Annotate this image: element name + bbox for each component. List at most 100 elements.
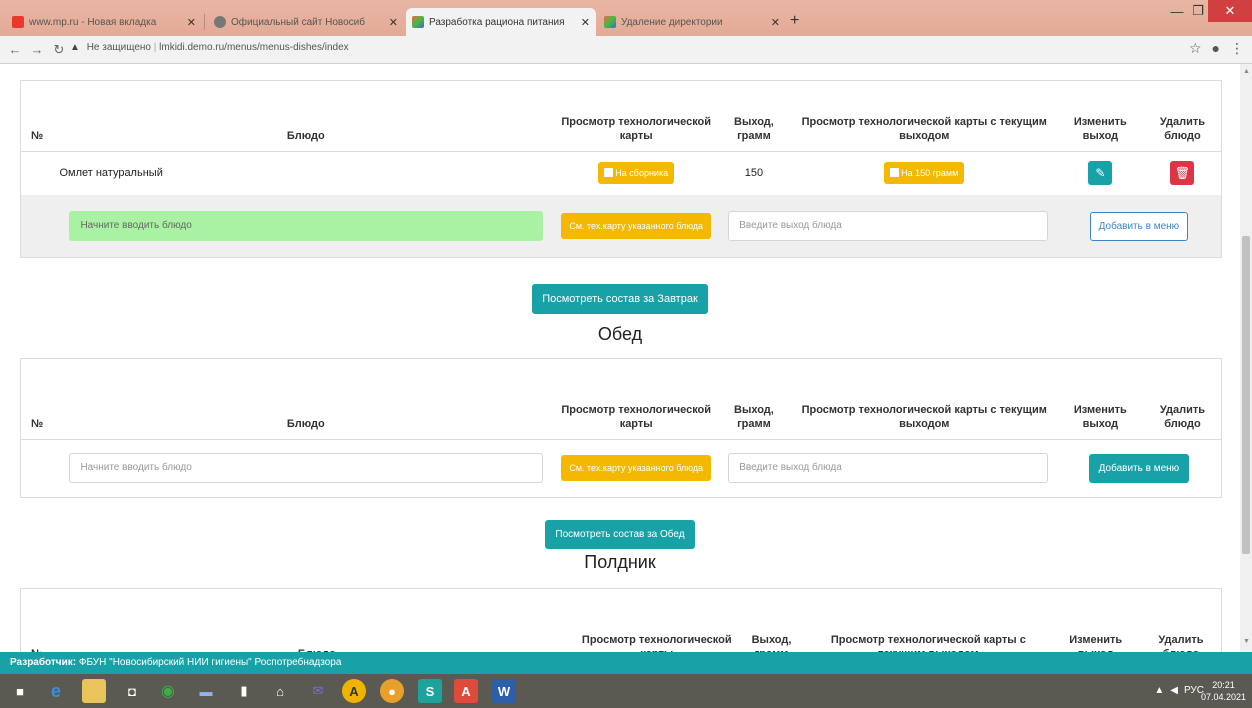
profile-icon[interactable]: ● [1212, 40, 1220, 57]
col-delete: Удалить блюдо [1140, 589, 1221, 652]
pdf-icon[interactable]: A [454, 679, 478, 703]
browser-tab-bar: www.mp.ru - Новая вкладка ✕ Официальный … [0, 0, 1252, 36]
dish-search-input[interactable]: Начните вводить блюдо [69, 453, 544, 484]
view-card-button[interactable]: На сборника [598, 162, 675, 185]
add-dish-row: Начните вводить блюдо См. тех.карту указ… [21, 438, 1221, 497]
file-explorer-icon[interactable] [82, 679, 106, 703]
col-view-card: Просмотр технологической карты [556, 359, 717, 440]
dish-name: Омлет натуральный [55, 150, 557, 195]
col-change-yield: Изменить выход [1056, 359, 1144, 440]
col-num: № [21, 589, 57, 652]
edit-yield-button[interactable]: ✎ [1088, 161, 1113, 186]
warning-icon: ▲ [70, 42, 80, 53]
yield-input[interactable]: Введите выход блюда [728, 453, 1049, 484]
maximize-icon[interactable]: ❐ [1188, 0, 1208, 22]
dish-search-input[interactable]: Начните вводить блюдо [69, 211, 544, 241]
snack-menu-card: № Блюдо Просмотр технологической карты В… [20, 588, 1222, 652]
forward-icon[interactable]: → [26, 42, 48, 57]
system-tray: ▲ ◀ РУС [1154, 685, 1204, 696]
col-delete: Удалить блюдо [1143, 81, 1221, 152]
close-tab-icon[interactable]: ✕ [771, 16, 780, 29]
app-icon[interactable]: ◉ [156, 679, 180, 703]
url-field[interactable]: ▲ Не защищено | lmkidi.demo.ru/menus/men… [70, 42, 349, 53]
col-yield: Выход, грамм [716, 359, 792, 440]
close-tab-icon[interactable]: ✕ [389, 16, 398, 29]
close-window-icon[interactable]: ✕ [1208, 0, 1252, 22]
scrollbar-thumb[interactable] [1242, 236, 1250, 554]
col-view-card: Просмотр технологической карты [576, 589, 737, 652]
word-icon[interactable]: W [492, 679, 516, 703]
document-icon [604, 168, 614, 178]
yield-input[interactable]: Введите выход блюда [728, 211, 1049, 241]
lunch-menu-card: № Блюдо Просмотр технологической карты В… [20, 358, 1222, 498]
meal-title-lunch: Обед [597, 324, 643, 344]
windows-taskbar: ■ e ◘ ◉ ▬ ▮ ⌂ ✉ A ● S A W ▲ ◀ РУС 20:21 … [0, 674, 1252, 708]
browser-tab[interactable]: www.mp.ru - Новая вкладка ✕ [6, 8, 202, 36]
meal-title-snack: Полдник [584, 552, 656, 572]
col-view-card-yield: Просмотр технологической карты с текущим… [791, 81, 1057, 152]
col-view-card: Просмотр технологической карты [556, 81, 717, 152]
tab-separator [204, 14, 205, 30]
lunch-table: № Блюдо Просмотр технологической карты В… [21, 359, 1221, 497]
menu-dots-icon[interactable]: ⋮ [1230, 40, 1244, 57]
app-icon[interactable]: S [418, 679, 442, 703]
mail-icon[interactable]: ✉ [306, 679, 330, 703]
col-num: № [21, 359, 56, 440]
site-icon [604, 16, 616, 28]
view-selected-card-button[interactable]: См. тех.карту указанного блюда [561, 455, 712, 482]
document-icon [890, 168, 900, 178]
col-yield: Выход, грамм [716, 81, 792, 152]
home-icon[interactable]: ⌂ [268, 679, 292, 703]
site-footer: Разработчик: ФБУН "Новосибирский НИИ гиг… [0, 652, 1252, 674]
chrome-icon[interactable]: ● [380, 679, 404, 703]
col-num: № [21, 81, 56, 152]
start-windows-icon[interactable]: ■ [8, 679, 32, 703]
yield-value: 150 [716, 150, 792, 195]
minimize-icon[interactable]: — [1166, 0, 1188, 22]
internet-explorer-icon[interactable]: e [44, 679, 68, 703]
store-icon[interactable]: ◘ [120, 679, 144, 703]
browser-tab[interactable]: Официальный сайт Новосиб ✕ [208, 8, 404, 36]
footer-label: Разработчик: [10, 657, 77, 668]
reload-icon[interactable]: ↻ [48, 42, 70, 58]
address-bar: ← → ↻ ▲ Не защищено | lmkidi.demo.ru/men… [0, 36, 1252, 64]
close-tab-icon[interactable]: ✕ [581, 16, 590, 29]
app-icon[interactable]: A [342, 679, 366, 703]
network-icon[interactable]: ▲ [1154, 685, 1164, 696]
view-breakfast-composition-button[interactable]: Посмотреть состав за Завтрак [532, 284, 708, 314]
col-view-card-yield: Просмотр технологической карты с текущим… [791, 359, 1057, 440]
view-selected-card-button[interactable]: См. тех.карту указанного блюда [561, 213, 712, 239]
view-card-yield-button[interactable]: На 150 грамм [884, 162, 965, 185]
add-dish-row: Начните вводить блюдо См. тех.карту указ… [21, 195, 1221, 257]
col-dish: Блюдо [55, 81, 557, 152]
volume-icon[interactable]: ◀ [1170, 685, 1178, 696]
site-icon [412, 16, 424, 28]
computer-icon[interactable]: ▬ [194, 679, 218, 703]
scroll-up-icon[interactable]: ▲ [1243, 68, 1250, 75]
col-dish: Блюдо [55, 359, 557, 440]
footer-text: ФБУН "Новосибирский НИИ гигиены" Роспотр… [78, 657, 342, 668]
document-icon[interactable]: ▮ [232, 679, 256, 703]
col-change-yield: Изменить выход [1056, 81, 1144, 152]
col-view-card-yield: Просмотр технологической карты с текущим… [806, 589, 1051, 652]
site-icon [214, 16, 226, 28]
browser-tab-active[interactable]: Разработка рациона питания ✕ [406, 8, 596, 36]
browser-tab[interactable]: Удаление директории ✕ [598, 8, 786, 36]
delete-dish-button[interactable]: 🗑 [1170, 161, 1195, 186]
clock[interactable]: 20:21 07.04.2021 [1201, 679, 1246, 703]
scroll-down-icon[interactable]: ▼ [1243, 638, 1250, 645]
snack-table: № Блюдо Просмотр технологической карты В… [21, 589, 1221, 652]
page-scrollbar[interactable]: ▲ ▼ [1240, 64, 1252, 652]
new-tab-icon[interactable]: + [790, 12, 799, 30]
yandex-icon [12, 16, 24, 28]
back-icon[interactable]: ← [4, 42, 26, 57]
col-delete: Удалить блюдо [1143, 359, 1221, 440]
col-dish: Блюдо [56, 589, 577, 652]
add-to-menu-button[interactable]: Добавить в меню [1088, 453, 1190, 483]
col-yield: Выход, грамм [736, 589, 807, 652]
col-change-yield: Изменить выход [1050, 589, 1141, 652]
close-tab-icon[interactable]: ✕ [187, 16, 196, 29]
add-to-menu-button[interactable]: Добавить в меню [1089, 211, 1189, 241]
view-lunch-composition-button[interactable]: Посмотреть состав за Обед [545, 520, 695, 549]
bookmark-star-icon[interactable]: ☆ [1189, 40, 1202, 57]
